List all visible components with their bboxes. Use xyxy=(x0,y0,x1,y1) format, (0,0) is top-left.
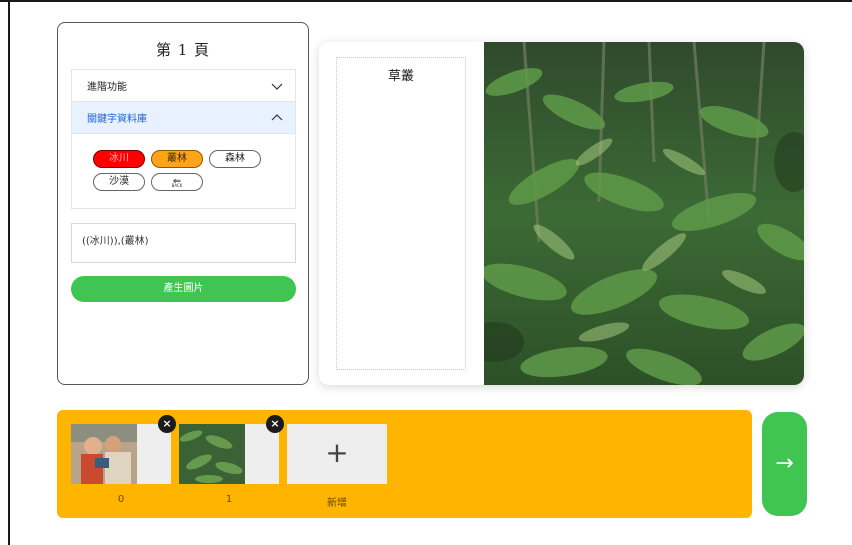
prompt-textbox[interactable]: ((冰川)),(叢林) xyxy=(71,223,296,263)
settings-accordion: 進階功能 關鍵字資料庫 冰川 叢林 森林 沙漠 ⇐ BACK xyxy=(71,69,296,209)
remove-thumbnail-0-button[interactable]: × xyxy=(158,415,176,433)
thumbnail-1[interactable]: × xyxy=(179,415,284,484)
page-title: 第 1 頁 xyxy=(155,41,211,59)
thumbnail-strip: × 0 × 1 + 新增 xyxy=(57,410,752,518)
keyword-chip-jungle[interactable]: 叢林 xyxy=(151,150,203,168)
thumbnail-0[interactable]: × xyxy=(71,415,176,484)
accordion-keywords-header[interactable]: 關鍵字資料庫 xyxy=(72,102,295,134)
accordion-advanced-label: 進階功能 xyxy=(87,82,127,93)
preview-text-title: 草叢 xyxy=(387,69,414,84)
keyword-chip-glacier[interactable]: 冰川 xyxy=(93,150,145,168)
thumbnail-image xyxy=(71,424,137,484)
jungle-image xyxy=(484,42,804,385)
accordion-advanced-header[interactable]: 進階功能 xyxy=(72,70,295,102)
thumbnail-image xyxy=(179,424,245,484)
keyword-chip-desert[interactable]: 沙漠 xyxy=(93,173,145,191)
preview-text-column: 草叢 xyxy=(336,57,466,370)
window-top-border xyxy=(0,0,852,2)
thumbnail-1-label: 1 xyxy=(225,494,233,505)
add-page-label: 新增 xyxy=(327,498,347,509)
keyword-chip-forest[interactable]: 森林 xyxy=(209,150,261,168)
keyword-back-button[interactable]: ⇐ BACK xyxy=(151,173,203,191)
thumbnail-0-label: 0 xyxy=(117,494,125,505)
chevron-down-icon xyxy=(271,83,283,90)
accordion-keywords-label: 關鍵字資料庫 xyxy=(87,114,147,125)
preview-card: 草叢 xyxy=(319,42,804,385)
generate-image-button[interactable]: 產生圖片 xyxy=(71,276,296,302)
next-arrow-button[interactable]: → xyxy=(762,412,807,516)
window-left-border xyxy=(8,0,10,545)
chevron-up-icon xyxy=(271,113,283,120)
control-panel: 第 1 頁 進階功能 關鍵字資料庫 冰川 叢林 森林 沙漠 ⇐ BACK ((冰… xyxy=(57,22,309,385)
add-page-button[interactable]: + xyxy=(287,424,387,484)
remove-thumbnail-1-button[interactable]: × xyxy=(266,415,284,433)
back-label: BACK xyxy=(171,183,183,188)
